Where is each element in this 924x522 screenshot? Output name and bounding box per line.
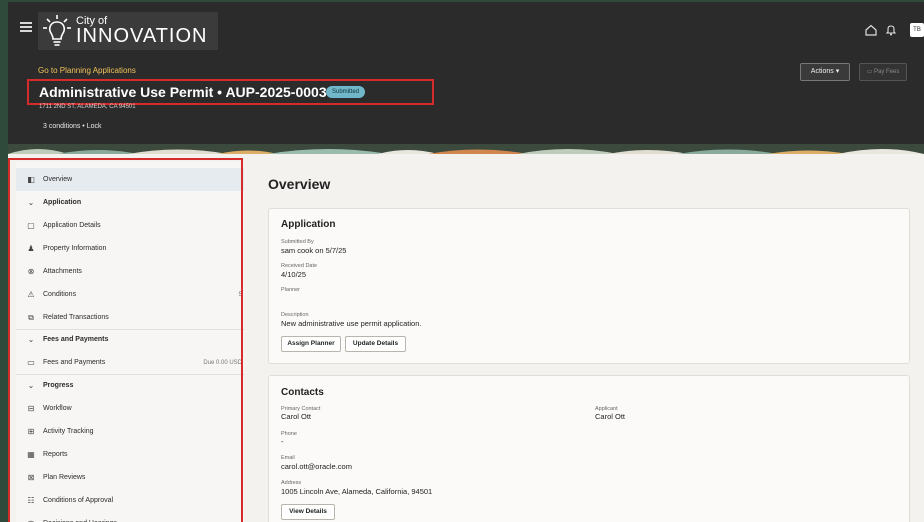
sidebar-item-application-details[interactable]: ▢ Application Details: [16, 214, 244, 237]
sidebar-item-label: Activity Tracking: [43, 428, 94, 435]
back-to-planning-link[interactable]: Go to Planning Applications: [38, 66, 136, 75]
menu-icon[interactable]: [20, 22, 32, 32]
chevron-down-icon: ⌄: [27, 335, 35, 344]
sidebar-section-application[interactable]: ⌄ Application: [16, 191, 244, 214]
pay-fees-button[interactable]: ▭ Pay Fees: [859, 63, 907, 81]
sidebar-item-label: Fees and Payments: [43, 336, 109, 343]
sidebar-item-label: Overview: [43, 176, 73, 183]
property-address: 1711 2ND ST, ALAMEDA, CA 94501: [39, 104, 136, 110]
chevron-down-icon: ⌄: [27, 198, 35, 207]
sidebar-item-label: Workflow: [43, 405, 72, 412]
chevron-down-icon: ⌄: [27, 381, 35, 390]
person-icon: ♟: [27, 244, 35, 253]
conditions-summary[interactable]: 3 conditions • Lock: [43, 123, 102, 130]
logo-text-large: INNOVATION: [76, 25, 208, 47]
home-icon[interactable]: [864, 24, 878, 38]
sidebar-item-conditions[interactable]: ⚠ Conditions 5: [16, 283, 244, 306]
phone-value: -: [281, 437, 284, 446]
view-details-button[interactable]: View Details: [281, 504, 335, 520]
report-icon: ▦: [27, 450, 35, 459]
update-details-button[interactable]: Update Details: [345, 336, 406, 352]
sidebar-item-conditions-of-approval[interactable]: ☷ Conditions of Approval: [16, 489, 244, 512]
sidebar-section-progress[interactable]: ⌄ Progress: [16, 374, 244, 397]
sidebar-item-label: Progress: [43, 382, 74, 389]
sidebar-item-count: Due 0.00 USD: [203, 359, 242, 366]
description-value: New administrative use permit applicatio…: [281, 319, 422, 328]
assign-planner-button[interactable]: Assign Planner: [281, 336, 341, 352]
address-value: 1005 Lincoln Ave, Alameda, California, 9…: [281, 487, 433, 496]
actions-menu-button[interactable]: Actions ▾: [800, 63, 850, 81]
sidebar-item-plan-reviews[interactable]: ⊠ Plan Reviews: [16, 466, 244, 489]
actions-label: Actions: [810, 68, 834, 75]
document-icon: ▢: [27, 221, 35, 230]
sidebar-item-activity-tracking[interactable]: ⊞ Activity Tracking: [16, 420, 244, 443]
pay-fees-label: Pay Fees: [873, 69, 900, 75]
sidebar-item-property-information[interactable]: ♟ Property Information: [16, 237, 244, 260]
user-avatar[interactable]: TB: [910, 23, 924, 37]
decorative-banner: [8, 144, 924, 154]
app-window: City of INNOVATION TB Go to Planning App…: [8, 2, 924, 522]
sidebar-item-label: Reports: [43, 451, 68, 458]
received-date-value: 4/10/25: [281, 270, 307, 279]
sidebar-item-label: Plan Reviews: [43, 474, 86, 481]
sidebar-item-fees-and-payments[interactable]: ▭ Fees and Payments Due 0.00 USD: [16, 351, 244, 374]
card-icon: ▭: [866, 69, 873, 75]
sidebar-item-label: Conditions of Approval: [43, 497, 114, 504]
application-card: Application Submitted By sam cook on 5/7…: [268, 208, 910, 364]
overview-heading: Overview: [268, 176, 331, 192]
warning-icon: ⚠: [27, 290, 35, 299]
sidebar-item-label: Conditions: [43, 291, 77, 298]
lightbulb-logo-icon: [43, 15, 71, 46]
sidebar-item-label: Application Details: [43, 222, 101, 229]
address-label: Address: [281, 480, 302, 486]
sidebar-item-count: 5: [238, 291, 242, 298]
workflow-icon: ⊟: [27, 404, 35, 413]
sidebar-item-label: Related Transactions: [43, 314, 109, 321]
sidebar-item-decisions-and-hearings[interactable]: ⚖Decisions and Hearings: [16, 512, 244, 522]
sidebar-item-related-transactions[interactable]: ⧉ Related Transactions: [16, 306, 244, 329]
description-label: Description: [281, 312, 309, 318]
page-title: Administrative Use Permit • AUP-2025-000…: [39, 84, 327, 100]
applicant-value: Carol Ott: [595, 412, 626, 421]
status-badge: Submitted: [326, 86, 366, 98]
link-icon: ⧉: [28, 312, 34, 322]
sidebar-item-label: Attachments: [43, 268, 82, 275]
sidebar-item-reports[interactable]: ▦ Reports: [16, 443, 244, 466]
checklist-icon: ☷: [27, 496, 35, 505]
review-icon: ⊠: [27, 473, 35, 482]
bell-icon[interactable]: [884, 24, 898, 38]
sidebar-item-label: Property Information: [43, 245, 107, 252]
submitted-by-label: Submitted By: [281, 239, 314, 245]
email-label: Email: [281, 455, 295, 461]
sidebar-item-label: Fees and Payments: [43, 359, 106, 366]
planner-label: Planner: [281, 287, 300, 293]
sidebar-section-fees-and-payments[interactable]: ⌄ Fees and Payments: [16, 328, 244, 351]
email-value[interactable]: carol.ott@oracle.com: [281, 462, 352, 471]
primary-contact-value: Carol Ott: [281, 412, 312, 421]
sidebar-item-workflow[interactable]: ⊟ Workflow: [16, 397, 244, 420]
received-date-label: Received Date: [281, 263, 318, 269]
sidebar-item-attachments[interactable]: ⊗ Attachments: [16, 260, 244, 283]
paperclip-icon: ⊗: [27, 267, 35, 276]
sidebar-item-label: Application: [43, 199, 82, 206]
chevron-down-icon: ▾: [835, 68, 840, 75]
card-icon: ▭: [27, 358, 35, 367]
sidebar-nav: ◧ Overview ⌄ Application ▢ Application Detail…: [16, 162, 244, 522]
submitted-by-value: sam cook on 5/7/25: [281, 246, 347, 255]
contacts-card: Contacts Primary Contact Carol Ott Appli…: [268, 375, 910, 522]
contacts-card-title: Contacts: [281, 387, 324, 398]
panel-icon: ◧: [27, 175, 35, 184]
app-header: City of INNOVATION TB Go to Planning App…: [8, 2, 924, 154]
tracking-icon: ⊞: [27, 427, 35, 436]
sidebar-item-overview[interactable]: ◧ Overview: [16, 168, 244, 191]
application-card-title: Application: [281, 219, 336, 230]
